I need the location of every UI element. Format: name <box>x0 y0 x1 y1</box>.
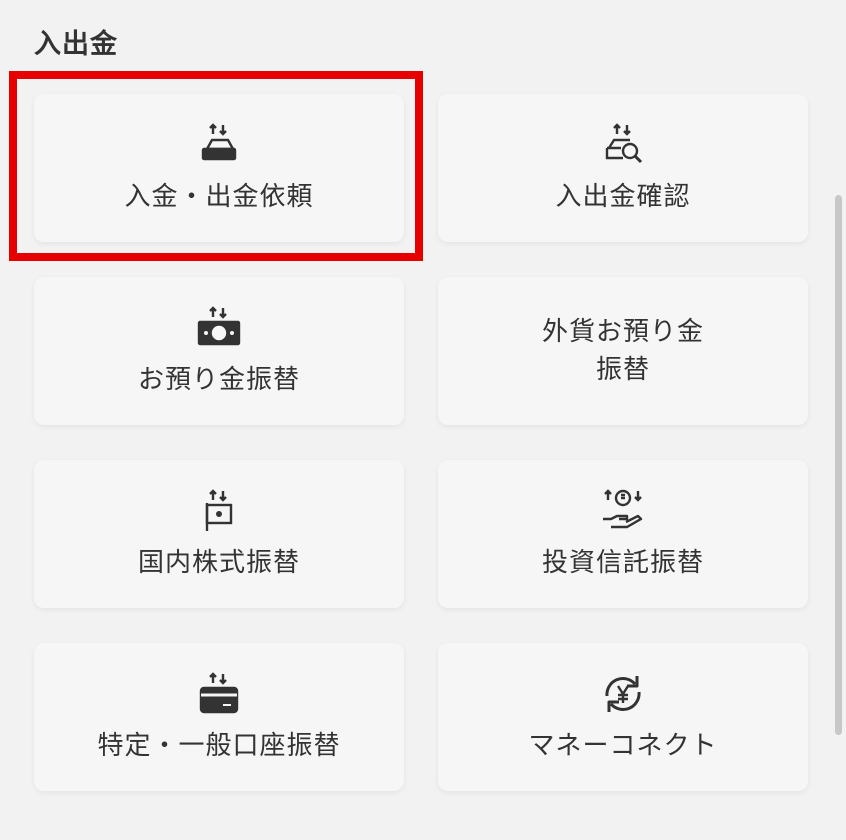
account-transfer-button[interactable]: 特定・一般口座振替 <box>34 643 404 791</box>
tile-label: 国内株式振替 <box>137 548 300 578</box>
tile-label: 外貨お預り金 振替 <box>541 317 704 385</box>
tile-label: 特定・一般口座振替 <box>97 731 341 761</box>
tile-grid: 入金・出金依頼 入出金確認 お預り金振替 外貨お預り金 振替 国内株式振替 投資… <box>34 94 808 791</box>
deposit-check-icon <box>598 120 648 170</box>
tile-label: 入金・出金依頼 <box>124 182 314 212</box>
foreign-currency-transfer-button[interactable]: 外貨お預り金 振替 <box>438 277 808 425</box>
tile-label: マネーコネクト <box>528 731 718 761</box>
deposit-withdraw-icon <box>194 120 244 170</box>
account-card-transfer-icon <box>194 669 244 719</box>
section-title: 入出金 <box>34 29 118 60</box>
tile-label: お預り金振替 <box>137 365 300 395</box>
tile-label: 投資信託振替 <box>541 548 704 578</box>
deposit-withdraw-confirm-button[interactable]: 入出金確認 <box>438 94 808 242</box>
investment-trust-transfer-icon <box>598 486 648 536</box>
cash-transfer-icon <box>194 303 244 353</box>
money-connect-button[interactable]: マネーコネクト <box>438 643 808 791</box>
investment-trust-transfer-button[interactable]: 投資信託振替 <box>438 460 808 608</box>
cash-transfer-button[interactable]: お預り金振替 <box>34 277 404 425</box>
scrollbar[interactable] <box>835 195 842 735</box>
tile-label: 入出金確認 <box>555 182 691 212</box>
yen-exchange-icon <box>598 669 648 719</box>
domestic-stock-transfer-button[interactable]: 国内株式振替 <box>34 460 404 608</box>
deposit-withdraw-request-button[interactable]: 入金・出金依頼 <box>34 94 404 242</box>
domestic-stock-transfer-icon <box>194 486 244 536</box>
